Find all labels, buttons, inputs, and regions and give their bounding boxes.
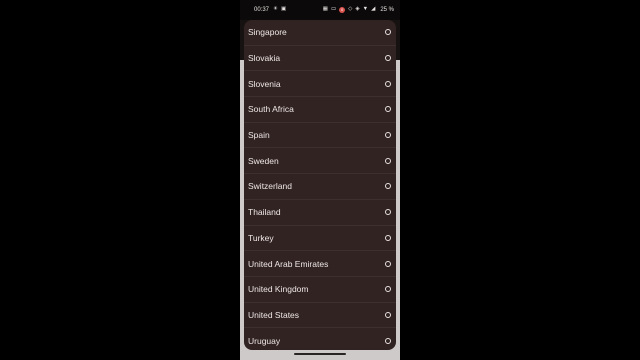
radio-button[interactable]	[385, 55, 391, 62]
list-item[interactable]: Singapore	[244, 20, 396, 46]
radio-button[interactable]	[385, 234, 391, 241]
radio-button[interactable]	[385, 311, 391, 318]
radio-button[interactable]	[385, 80, 391, 87]
country-label: Switzerland	[248, 181, 292, 192]
country-label: Spain	[248, 130, 270, 141]
list-item[interactable]: United Arab Emirates	[244, 251, 396, 277]
radio-button[interactable]	[385, 337, 391, 344]
radio-button[interactable]	[385, 157, 391, 164]
status-bar: 00:37 ☀ ▣ ▦ ▭ 0 ◇ ◈ ▼ ◢ 25 %	[240, 0, 400, 20]
status-time: 00:37	[254, 7, 270, 13]
radio-button[interactable]	[385, 286, 391, 293]
list-item[interactable]: Turkey	[244, 226, 396, 252]
country-label: Turkey	[248, 232, 274, 243]
battery-level: 25 %	[380, 7, 394, 13]
brightness-icon: ☀	[273, 6, 278, 13]
list-item[interactable]: Slovenia	[244, 71, 396, 98]
country-label: Slovenia	[248, 78, 281, 89]
notification-badge: 0	[339, 7, 346, 13]
vibrate-icon: ◈	[355, 6, 360, 13]
radio-button[interactable]	[385, 106, 391, 113]
list-item[interactable]: Spain	[244, 123, 396, 149]
screen-record-icon: ▣	[280, 6, 287, 13]
country-picker-sheet: Singapore Slovakia Slovenia South Africa Spa…	[244, 20, 396, 350]
country-label: United Kingdom	[248, 284, 309, 295]
country-label: Singapore	[248, 27, 287, 38]
radio-button[interactable]	[385, 209, 391, 216]
country-label: Uruguay	[248, 335, 281, 346]
screenshot-icon: ▦	[322, 6, 328, 13]
country-label: Slovakia	[248, 53, 281, 64]
country-label: United Arab Emirates	[248, 258, 329, 269]
list-item[interactable]: Slovakia	[244, 46, 396, 72]
radio-button[interactable]	[385, 29, 391, 36]
phone-screen: 00:37 ☀ ▣ ▦ ▭ 0 ◇ ◈ ▼ ◢ 25 % Singapore Sl…	[240, 0, 400, 360]
country-label: Thailand	[248, 207, 281, 218]
cast-icon: ▭	[330, 6, 337, 13]
radio-button[interactable]	[385, 183, 391, 190]
country-label: United States	[248, 309, 300, 320]
list-item[interactable]: South Africa	[244, 97, 396, 123]
list-item[interactable]: Thailand	[244, 200, 396, 226]
radio-button[interactable]	[385, 132, 391, 139]
list-item[interactable]: Switzerland	[244, 174, 396, 200]
signal-icon: ◢	[371, 6, 376, 13]
data-icon: ◇	[348, 6, 353, 13]
list-item[interactable]: United States	[244, 303, 396, 329]
list-item[interactable]: United Kingdom	[244, 277, 396, 303]
list-item[interactable]: Sweden	[244, 148, 396, 175]
country-label: South Africa	[248, 104, 294, 115]
gesture-nav-handle[interactable]	[294, 353, 346, 355]
list-item[interactable]: Uruguay	[244, 328, 396, 350]
country-label: Sweden	[248, 155, 279, 166]
wifi-icon: ▼	[362, 6, 369, 13]
radio-button[interactable]	[385, 260, 391, 267]
